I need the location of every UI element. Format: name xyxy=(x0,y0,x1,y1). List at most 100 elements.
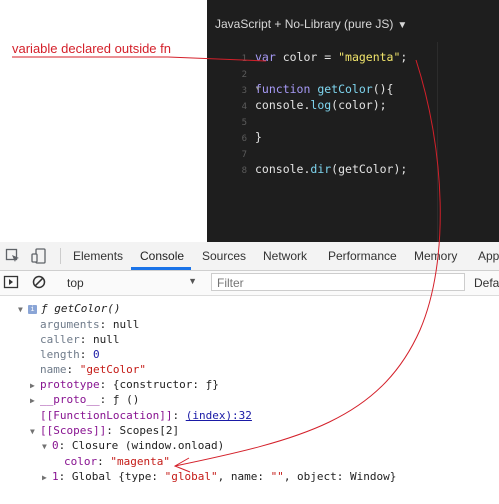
console-toolbar: top ▼ Filter Defa xyxy=(0,271,499,296)
line-number: 4 xyxy=(241,102,247,112)
console-token: color xyxy=(64,455,98,468)
console-row: [[FunctionLocation]]: (index):32 xyxy=(40,409,252,424)
console-token: arguments xyxy=(40,318,100,331)
tab-console[interactable]: Console xyxy=(140,249,184,263)
code-line: 3 ▾ function getColor(){ xyxy=(207,82,394,98)
console-token: , name: xyxy=(217,470,271,483)
console-token: [[FunctionLocation]] xyxy=(40,409,173,422)
code-token: dir xyxy=(310,162,332,176)
code-token: (){ xyxy=(372,82,394,96)
line-number: 7 xyxy=(241,150,247,160)
console-token: , object: Window} xyxy=(283,470,397,483)
console-token: : ƒ () xyxy=(99,393,140,406)
console-row[interactable]: ▼ i ƒ getColor() xyxy=(18,302,120,317)
console-token: __proto__ xyxy=(40,393,100,406)
console-output[interactable]: ▼ i ƒ getColor() arguments: null caller: nul… xyxy=(0,296,499,504)
log-levels-select[interactable]: Defa xyxy=(474,276,499,290)
line-number: 2 xyxy=(241,70,247,80)
code-line: 7 xyxy=(207,146,255,162)
line-number: 1 xyxy=(241,54,247,64)
code-editor[interactable]: JavaScript + No-Library (pure JS) ▼ 1 var … xyxy=(207,0,499,242)
code-line: 2 xyxy=(207,66,255,82)
code-token: (color); xyxy=(331,98,387,112)
code-token: console. xyxy=(255,98,311,112)
console-row[interactable]: ▶ prototype: {constructor: ƒ} xyxy=(30,378,219,393)
tab-network[interactable]: Network xyxy=(263,249,307,263)
console-row: color: "magenta" xyxy=(64,455,170,470)
inspect-element-icon[interactable] xyxy=(5,248,21,264)
active-tab-indicator xyxy=(131,267,191,270)
console-token: name xyxy=(40,363,67,376)
tab-elements[interactable]: Elements xyxy=(73,249,123,263)
console-token: : null xyxy=(79,333,120,346)
devtools-tabbar: Elements Console Sources Network Performance… xyxy=(0,242,499,271)
console-row[interactable]: ▼ 0: Closure (window.onload) xyxy=(42,439,224,454)
code-line: 6} xyxy=(207,130,262,146)
code-line: 1 var color = "magenta"; xyxy=(207,50,408,66)
line-number: 6 xyxy=(241,134,247,144)
console-token: : xyxy=(97,455,111,468)
fold-toggle-icon[interactable]: ▾ xyxy=(255,84,260,94)
console-token: "magenta" xyxy=(110,455,170,468)
console-row: caller: null xyxy=(40,333,120,348)
device-toolbar-icon[interactable] xyxy=(31,248,47,264)
code-line: 5 xyxy=(207,114,255,130)
expand-right-icon[interactable]: ▶ xyxy=(30,381,40,390)
code-line: 8 console.dir(getColor); xyxy=(207,162,408,178)
line-number: 5 xyxy=(241,118,247,128)
language-selector[interactable]: JavaScript + No-Library (pure JS) ▼ xyxy=(215,17,407,31)
source-link[interactable]: (index):32 xyxy=(186,409,252,422)
code-token: "magenta" xyxy=(338,50,401,64)
language-label: JavaScript + No-Library (pure JS) xyxy=(215,17,394,31)
line-number: 3 xyxy=(241,86,247,96)
console-token: "" xyxy=(270,470,284,483)
console-token: length xyxy=(40,348,80,361)
console-token: : xyxy=(66,363,80,376)
code-token: function xyxy=(255,82,318,96)
tab-memory[interactable]: Memory xyxy=(414,249,457,263)
toolbar-divider xyxy=(60,248,61,264)
console-token: : Scopes[2] xyxy=(106,424,180,437)
console-token: "getColor" xyxy=(79,363,146,376)
annotation-label: variable declared outside fn xyxy=(12,41,171,56)
console-token: : xyxy=(172,409,186,422)
console-token: caller xyxy=(40,333,80,346)
console-token: : {constructor: ƒ} xyxy=(99,378,219,391)
expand-down-icon[interactable]: ▼ xyxy=(18,305,28,314)
expand-down-icon[interactable]: ▼ xyxy=(42,442,52,451)
console-row: name: "getColor" xyxy=(40,363,146,378)
console-token: prototype xyxy=(40,378,100,391)
code-token: getColor xyxy=(317,82,373,96)
code-token: } xyxy=(255,130,262,144)
expand-down-icon[interactable]: ▼ xyxy=(30,427,40,436)
chevron-down-icon: ▼ xyxy=(188,276,197,286)
info-icon: i xyxy=(28,305,37,314)
code-token: color = xyxy=(282,50,339,64)
expand-right-icon[interactable]: ▶ xyxy=(42,473,52,482)
console-row[interactable]: ▶ __proto__: ƒ () xyxy=(30,393,139,408)
tab-performance[interactable]: Performance xyxy=(328,249,397,263)
console-row[interactable]: ▶ 1: Global {type: "global", name: "", ob… xyxy=(42,470,396,485)
code-token: var xyxy=(255,50,283,64)
clear-console-icon[interactable] xyxy=(31,274,47,290)
console-row: arguments: null xyxy=(40,318,139,333)
line-number: 8 xyxy=(241,166,247,176)
filter-placeholder: Filter xyxy=(217,276,244,290)
sidebar-toggle-icon[interactable] xyxy=(3,274,19,290)
console-token: "global" xyxy=(164,470,218,483)
code-token: ; xyxy=(400,50,408,64)
console-token: : Closure (window.onload) xyxy=(58,439,225,452)
code-line: 4 console.log(color); xyxy=(207,98,387,114)
filter-input[interactable]: Filter xyxy=(211,273,465,291)
tab-app[interactable]: App xyxy=(478,249,499,263)
console-row[interactable]: ▼ [[Scopes]]: Scopes[2] xyxy=(30,424,179,439)
expand-right-icon[interactable]: ▶ xyxy=(30,396,40,405)
console-token: [[Scopes]] xyxy=(40,424,107,437)
editor-ruler xyxy=(437,42,438,242)
tab-sources[interactable]: Sources xyxy=(202,249,246,263)
console-row: length: 0 xyxy=(40,348,100,363)
console-token: 0 xyxy=(52,439,59,452)
chevron-down-icon: ▼ xyxy=(397,20,408,31)
console-token: 1 xyxy=(52,470,59,483)
context-select[interactable]: top ▼ xyxy=(60,273,200,292)
